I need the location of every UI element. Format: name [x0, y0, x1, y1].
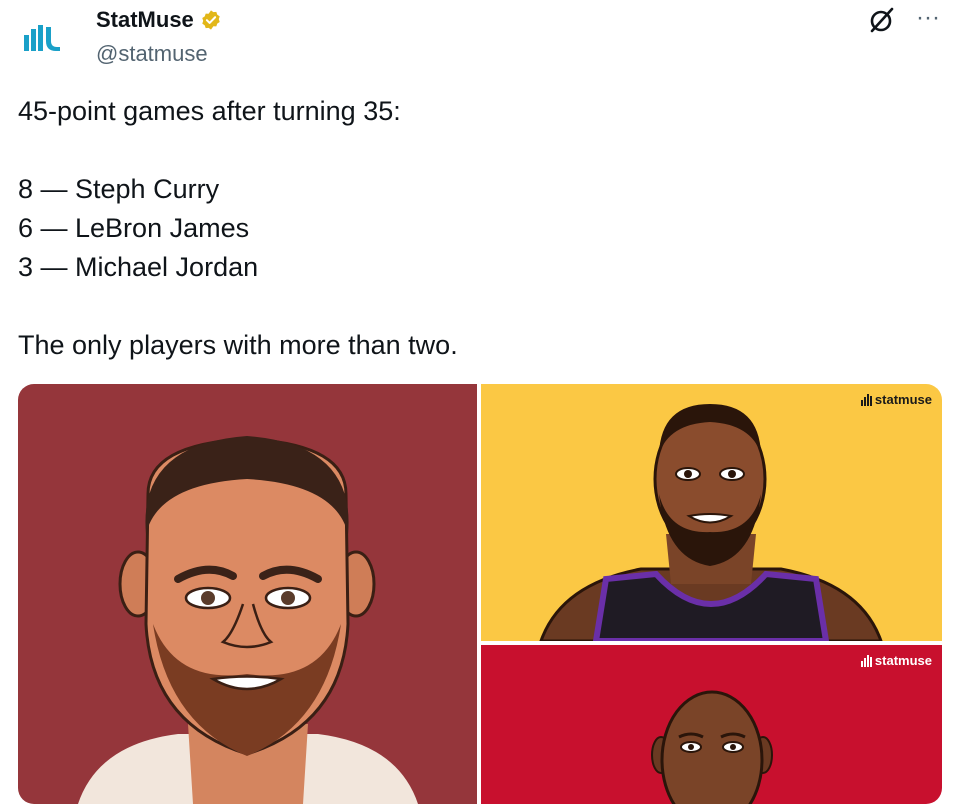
statmuse-watermark-icon — [860, 393, 872, 406]
statmuse-watermark: statmuse — [860, 392, 932, 407]
lebron-illustration — [539, 404, 883, 641]
media-image-curry[interactable] — [18, 384, 477, 804]
tweet-line: 6 — LeBron James — [18, 213, 250, 243]
grok-icon — [870, 7, 894, 33]
tweet-line: 8 — Steph Curry — [18, 174, 220, 204]
watermark-text: statmuse — [874, 392, 932, 407]
media-grid: statmuse statmuse — [18, 384, 942, 804]
author-name-row: StatMuse — [96, 6, 222, 34]
grok-button[interactable] — [868, 6, 896, 34]
statmuse-watermark-icon — [860, 654, 872, 667]
tweet-text: 45-point games after turning 35: 8 — Ste… — [18, 92, 938, 365]
tweet-line: The only players with more than two. — [18, 330, 458, 360]
avatar[interactable] — [16, 10, 72, 66]
media-image-lebron[interactable]: statmuse — [481, 384, 942, 641]
tweet-line: 3 — Michael Jordan — [18, 252, 259, 282]
media-image-jordan[interactable]: statmuse — [481, 645, 942, 804]
jordan-illustration — [651, 690, 773, 804]
display-name[interactable]: StatMuse — [96, 6, 194, 34]
watermark-text: statmuse — [874, 653, 932, 668]
curry-illustration — [78, 436, 418, 804]
tweet-line: 45-point games after turning 35: — [18, 96, 401, 126]
verified-badge-icon[interactable] — [200, 9, 222, 31]
handle[interactable]: @statmuse — [96, 40, 208, 68]
statmuse-logo-icon — [24, 25, 60, 51]
statmuse-watermark: statmuse — [860, 653, 932, 668]
more-options-button[interactable]: ··· — [912, 4, 944, 36]
